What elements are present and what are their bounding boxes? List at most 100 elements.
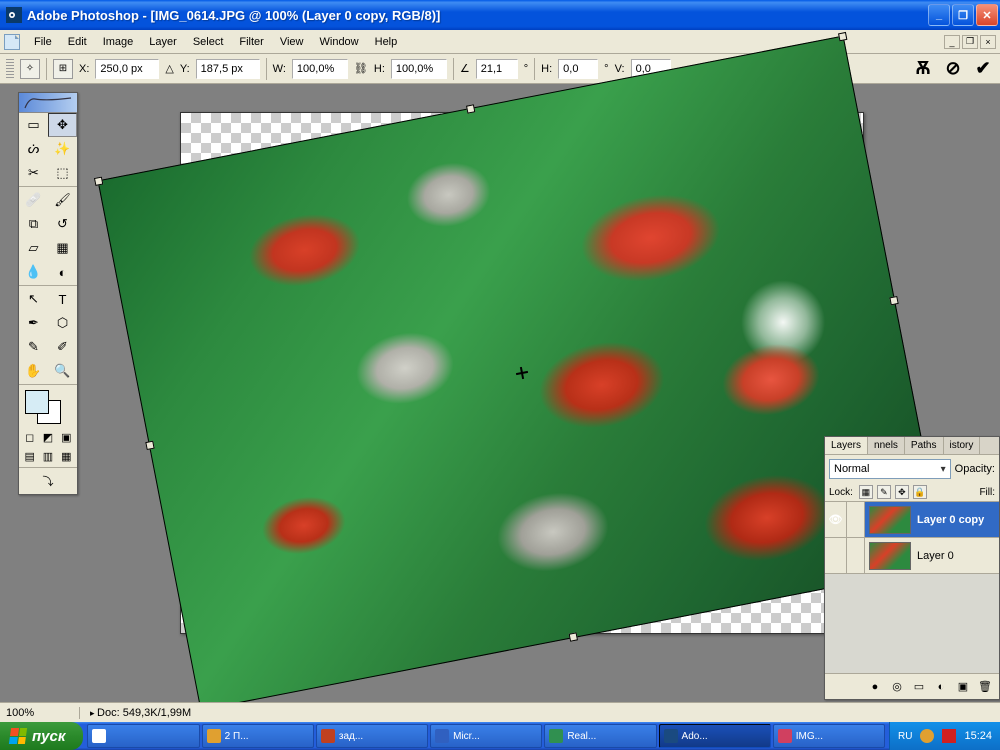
lock-transparency-icon[interactable]: ▦ (859, 485, 873, 499)
skew-h-input[interactable]: 0,0 (558, 59, 598, 79)
lasso-tool[interactable]: ᔖ (19, 137, 48, 161)
y-input[interactable]: 187,5 px (196, 59, 260, 79)
layer-row[interactable]: 👁 Layer 0 copy (825, 502, 999, 538)
taskbar-item[interactable] (87, 724, 199, 748)
menu-window[interactable]: Window (312, 33, 367, 51)
type-tool[interactable]: T (48, 287, 77, 311)
eraser-tool[interactable]: ▱ (19, 236, 48, 260)
minimize-button[interactable]: _ (928, 4, 950, 26)
layer-row[interactable]: Layer 0 (825, 538, 999, 574)
system-tray[interactable]: RU 15:24 (889, 722, 1000, 750)
notes-tool[interactable]: ✎ (19, 335, 48, 359)
layer-thumbnail[interactable] (869, 506, 911, 534)
adjustment-layer-icon[interactable]: ◐ (933, 679, 949, 695)
screen-mode-2-icon[interactable]: ▤ (21, 447, 38, 465)
zoom-tool[interactable]: 🔍 (48, 359, 77, 383)
history-brush-tool[interactable]: ↺ (48, 212, 77, 236)
menu-image[interactable]: Image (95, 33, 142, 51)
clone-stamp-tool[interactable]: ⧉ (19, 212, 48, 236)
taskbar-item[interactable]: Ado... (659, 724, 771, 748)
layer-thumbnail[interactable] (869, 542, 911, 570)
menu-filter[interactable]: Filter (231, 33, 271, 51)
slice-tool[interactable]: ⬚ (48, 161, 77, 185)
taskbar-item[interactable]: Real... (544, 724, 656, 748)
commit-transform-button[interactable]: ✔ (972, 58, 994, 80)
color-swatches[interactable] (19, 386, 77, 426)
menu-layer[interactable]: Layer (141, 33, 185, 51)
menu-view[interactable]: View (272, 33, 312, 51)
quickmask-mode-icon[interactable]: ◩ (39, 428, 56, 446)
maximize-button[interactable]: ❐ (952, 4, 974, 26)
move-tool[interactable]: ✥ (48, 113, 77, 137)
toolbox-panel[interactable]: ▭ ✥ ᔖ ✨ ✂ ⬚ 🩹 🖌 ⧉ ↺ ▱ ▦ 💧 ◐ ↖ T ✒ ⬡ ✎ ✐ … (18, 92, 78, 495)
new-group-icon[interactable]: ▭ (911, 679, 927, 695)
visibility-toggle-icon[interactable] (825, 538, 847, 573)
layer-mask-icon[interactable]: ◎ (889, 679, 905, 695)
x-input[interactable]: 250,0 px (95, 59, 159, 79)
taskbar-item[interactable]: IMG... (773, 724, 885, 748)
screen-mode-3-icon[interactable]: ▥ (39, 447, 56, 465)
zoom-level-input[interactable]: 100% (0, 707, 80, 719)
tab-channels[interactable]: nnels (868, 437, 905, 454)
taskbar-item[interactable]: Micr... (430, 724, 542, 748)
taskbar-item[interactable]: зад... (316, 724, 428, 748)
lock-all-icon[interactable]: 🔒 (913, 485, 927, 499)
healing-brush-tool[interactable]: 🩹 (19, 188, 48, 212)
layer-name-label[interactable]: Layer 0 copy (915, 514, 999, 526)
screen-mode-icon[interactable]: ▣ (58, 428, 75, 446)
layer-name-label[interactable]: Layer 0 (915, 550, 999, 562)
lock-pixels-icon[interactable]: ✎ (877, 485, 891, 499)
delete-layer-icon[interactable]: 🗑 (977, 679, 993, 695)
eyedropper-tool[interactable]: ✐ (48, 335, 77, 359)
hand-tool[interactable]: ✋ (19, 359, 48, 383)
lock-position-icon[interactable]: ✥ (895, 485, 909, 499)
mdi-close-button[interactable]: × (980, 35, 996, 49)
document-window[interactable] (180, 112, 864, 634)
doc-size-label[interactable]: Doc: 549,3K/1,99M (80, 707, 201, 719)
standard-mode-icon[interactable]: ◻ (21, 428, 38, 446)
tray-icon[interactable] (920, 729, 934, 743)
link-icon[interactable]: ⛓ (354, 62, 368, 75)
reference-point-icon[interactable]: ⊞ (53, 59, 73, 79)
pen-tool[interactable]: ✒ (19, 311, 48, 335)
menu-help[interactable]: Help (367, 33, 406, 51)
blend-mode-select[interactable]: Normal (829, 459, 951, 479)
crop-tool[interactable]: ✂ (19, 161, 48, 185)
mdi-restore-button[interactable]: ❐ (962, 35, 978, 49)
magic-wand-tool[interactable]: ✨ (48, 137, 77, 161)
gradient-tool[interactable]: ▦ (48, 236, 77, 260)
menu-file[interactable]: File (26, 33, 60, 51)
tray-icon[interactable] (942, 729, 956, 743)
brush-tool[interactable]: 🖌 (48, 188, 77, 212)
close-button[interactable]: ✕ (976, 4, 998, 26)
transform-tool-icon[interactable]: ✧ (20, 59, 40, 79)
language-indicator[interactable]: RU (898, 731, 912, 742)
path-select-tool[interactable]: ↖ (19, 287, 48, 311)
marquee-tool[interactable]: ▭ (19, 113, 48, 137)
layer-link-cell[interactable] (847, 538, 865, 573)
angle-input[interactable]: 21,1 (476, 59, 518, 79)
blur-tool[interactable]: 💧 (19, 260, 48, 284)
w-input[interactable]: 100,0% (292, 59, 348, 79)
menu-select[interactable]: Select (185, 33, 232, 51)
visibility-toggle-icon[interactable]: 👁 (825, 502, 847, 537)
menu-edit[interactable]: Edit (60, 33, 95, 51)
shape-tool[interactable]: ⬡ (48, 311, 77, 335)
tab-paths[interactable]: Paths (905, 437, 944, 454)
toolbox-header[interactable] (19, 93, 77, 113)
taskbar-item[interactable]: 2 П... (202, 724, 314, 748)
screen-mode-4-icon[interactable]: ▦ (58, 447, 75, 465)
cancel-transform-button[interactable]: ⊘ (942, 58, 964, 80)
foreground-color-swatch[interactable] (25, 390, 49, 414)
mdi-minimize-button[interactable]: _ (944, 35, 960, 49)
warp-icon[interactable]: Ѫ (912, 58, 934, 80)
grip-icon[interactable] (6, 59, 14, 79)
tab-layers[interactable]: Layers (825, 437, 868, 454)
jump-imageready-icon[interactable]: ⤵ (43, 472, 54, 490)
layers-panel[interactable]: Layers nnels Paths istory Normal Opacity… (824, 436, 1000, 700)
layer-style-icon[interactable]: ● (867, 679, 883, 695)
new-layer-icon[interactable]: ▣ (955, 679, 971, 695)
clock[interactable]: 15:24 (964, 730, 992, 742)
dodge-tool[interactable]: ◐ (48, 260, 77, 284)
start-button[interactable]: пуск (0, 722, 83, 750)
